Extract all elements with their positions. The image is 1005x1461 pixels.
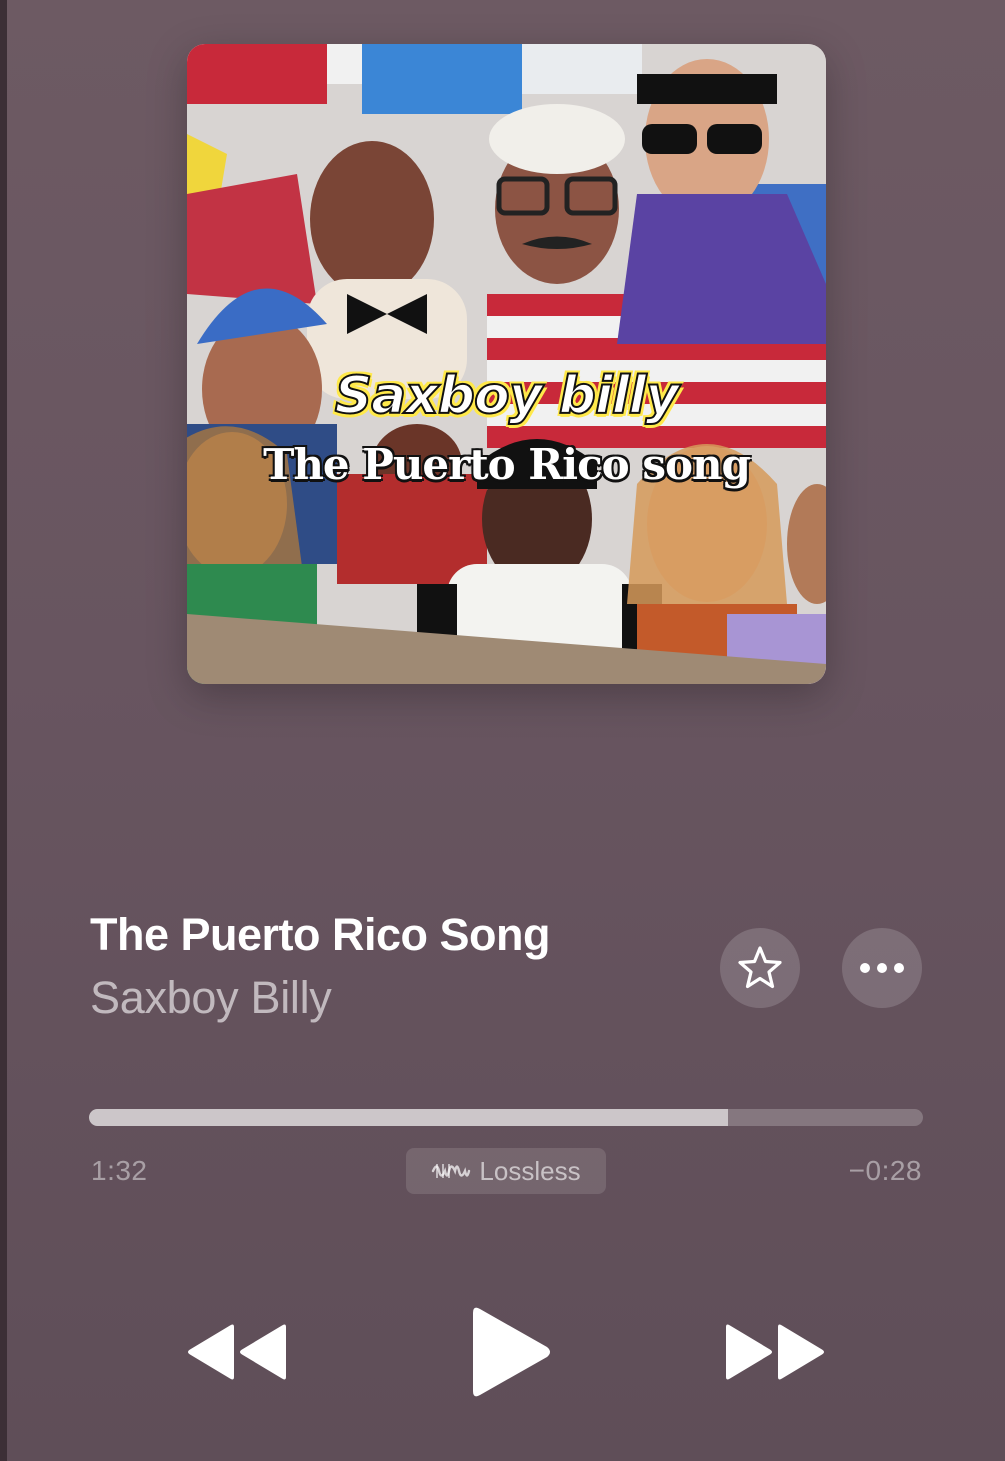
lossless-wave-icon	[432, 1164, 471, 1178]
lossless-label: Lossless	[479, 1155, 581, 1186]
remaining-time: −0:28	[848, 1155, 922, 1186]
elapsed-time: 1:32	[91, 1155, 148, 1186]
playback-progress-fill	[89, 1109, 729, 1126]
fast-forward-icon	[726, 1324, 824, 1380]
previous-track-button[interactable]	[180, 1310, 292, 1394]
artwork-title-text: The Puerto Rico song	[263, 440, 751, 489]
track-artist[interactable]: Saxboy Billy	[90, 972, 332, 1024]
more-options-button[interactable]	[842, 928, 922, 1008]
rewind-icon	[188, 1324, 286, 1380]
favorite-button[interactable]	[720, 928, 800, 1008]
next-track-button[interactable]	[720, 1310, 832, 1394]
lossless-badge[interactable]: Lossless	[406, 1148, 606, 1194]
ellipsis-icon	[860, 963, 904, 973]
track-title: The Puerto Rico Song	[90, 909, 551, 960]
album-artwork[interactable]: Saxboy billy The Puerto Rico song	[187, 44, 826, 684]
artwork-mural-image	[187, 44, 826, 684]
playback-scrubber[interactable]	[89, 1109, 923, 1126]
star-icon	[738, 946, 782, 989]
now-playing-screen: Saxboy billy The Puerto Rico song The Pu…	[0, 0, 1005, 1461]
artwork-brand-text: Saxboy billy	[334, 365, 681, 427]
screen-edge	[0, 0, 7, 1461]
play-button[interactable]	[460, 1300, 560, 1404]
play-icon	[473, 1307, 550, 1397]
